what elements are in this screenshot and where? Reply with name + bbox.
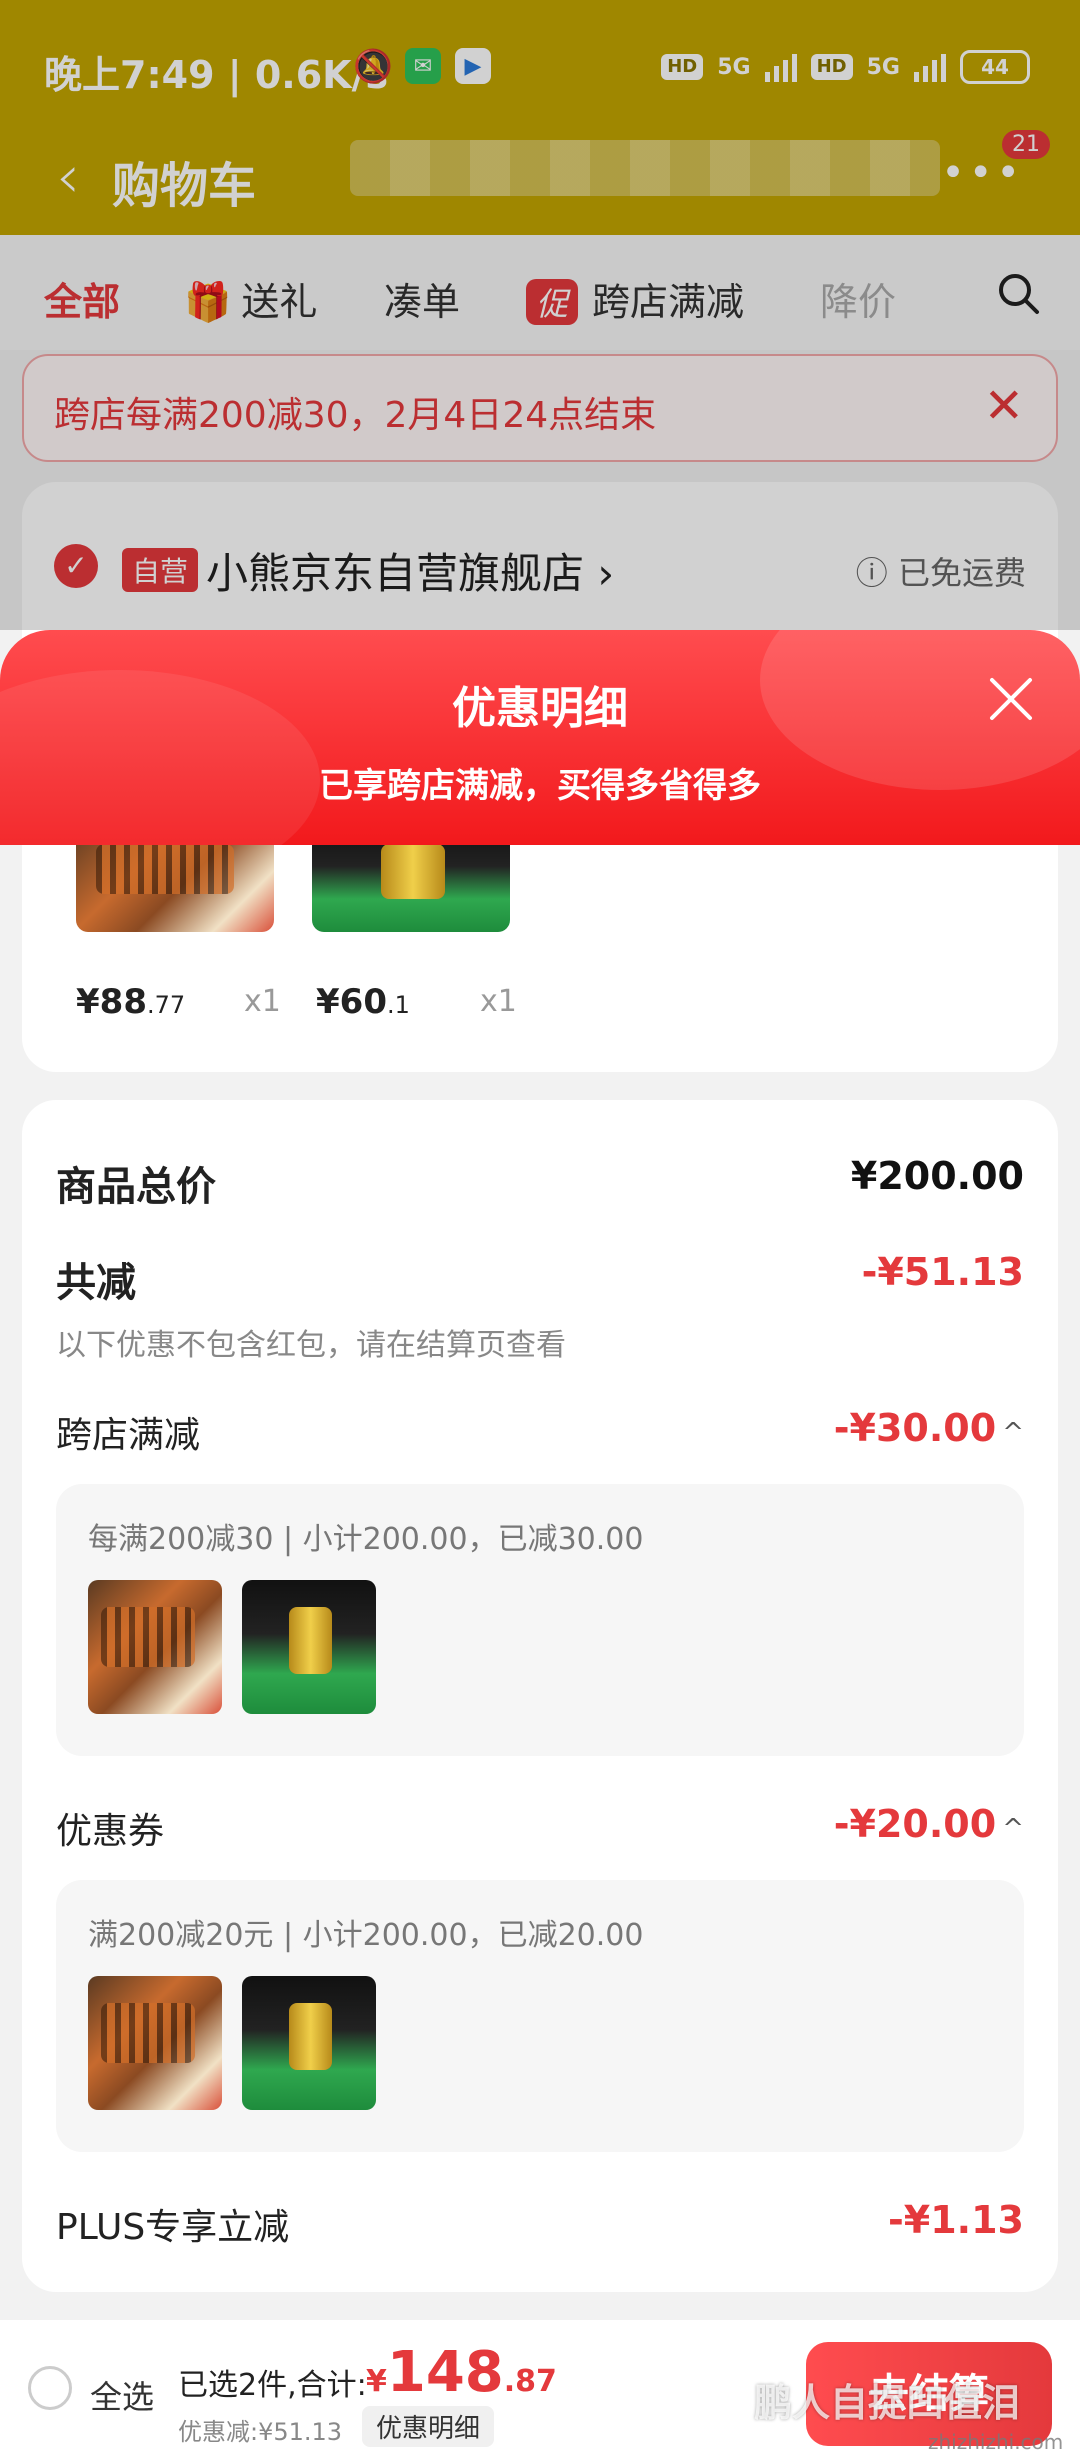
discount-detail-button[interactable]: 优惠明细 [362, 2406, 495, 2447]
chevron-up-icon: ^ [1002, 1814, 1024, 1844]
promo-sheet-subtitle: 已享跨店满减，买得多省得多 [319, 766, 761, 806]
product-thumb-valve [242, 1976, 376, 2110]
select-all-label[interactable]: 全选 [90, 2372, 154, 2418]
cross-store-rule: 每满200减30 | 小计200.00，已减30.00 [88, 1522, 644, 1557]
item-price: ¥60.1 [316, 982, 410, 1022]
cross-store-label: 跨店满减 [56, 1415, 201, 1456]
item-qty: x1 [480, 984, 517, 1019]
product-thumb-grill [88, 1976, 222, 2110]
price-int: ¥60 [316, 982, 387, 1022]
item-price: ¥88.77 [76, 982, 185, 1022]
saved-amount: 优惠减:¥51.13 [178, 2418, 343, 2446]
discount-note: 以下优惠不包含红包，请在结算页查看 [56, 1328, 566, 1363]
watermark: 鹏人自捉凹值泪 [754, 2381, 1021, 2425]
watermark-site: zhizhizhi.com [928, 2430, 1064, 2454]
coupon-detail: 满200减20元 | 小计200.00，已减20.00 [56, 1880, 1024, 2152]
promo-sheet-title: 优惠明细 [452, 683, 628, 734]
coupon-rule: 满200减20元 | 小计200.00，已减20.00 [88, 1918, 644, 1953]
coupon-value[interactable]: -¥20.00 ^ [834, 1802, 1024, 1846]
total-dec: .87 [503, 2364, 557, 2399]
discount-value: -¥51.13 [861, 1250, 1024, 1294]
price-int: ¥88 [76, 982, 147, 1022]
select-all-checkbox[interactable] [28, 2366, 72, 2410]
total-value: ¥200.00 [850, 1154, 1024, 1198]
product-thumb-valve [242, 1580, 376, 1714]
plus-value: -¥1.13 [888, 2198, 1024, 2242]
promo-sheet-header: 优惠明细 已享跨店满减，买得多省得多 [0, 630, 1080, 845]
plus-label: PLUS专享立减 [56, 2207, 290, 2248]
dim-overlay[interactable] [0, 0, 1080, 630]
close-icon[interactable] [986, 674, 1036, 724]
chevron-up-icon: ^ [1002, 1418, 1024, 1448]
price-dec: .1 [386, 991, 410, 1019]
coupon-label: 优惠券 [56, 1811, 165, 1852]
item-qty: x1 [244, 984, 281, 1019]
discount-label: 共减 [56, 1260, 136, 1306]
total-int: 148 [386, 2340, 504, 2405]
price-dec: .77 [146, 991, 186, 1019]
total-label: 商品总价 [56, 1164, 216, 1210]
sum-label: 已选2件,合计: [178, 2368, 367, 2403]
product-thumb-grill [88, 1580, 222, 1714]
cross-store-detail: 每满200减30 | 小计200.00，已减30.00 [56, 1484, 1024, 1756]
cross-store-value[interactable]: -¥30.00 ^ [834, 1406, 1024, 1450]
discount-detail-card: 商品总价 ¥200.00 共减 -¥51.13 以下优惠不包含红包，请在结算页查… [22, 1100, 1058, 2292]
currency-symbol: ¥ [366, 2364, 387, 2399]
coupon-amount: -¥20.00 [833, 1802, 997, 1846]
total-price: ¥148.87 [366, 2340, 557, 2405]
cross-store-amount: -¥30.00 [833, 1406, 997, 1450]
